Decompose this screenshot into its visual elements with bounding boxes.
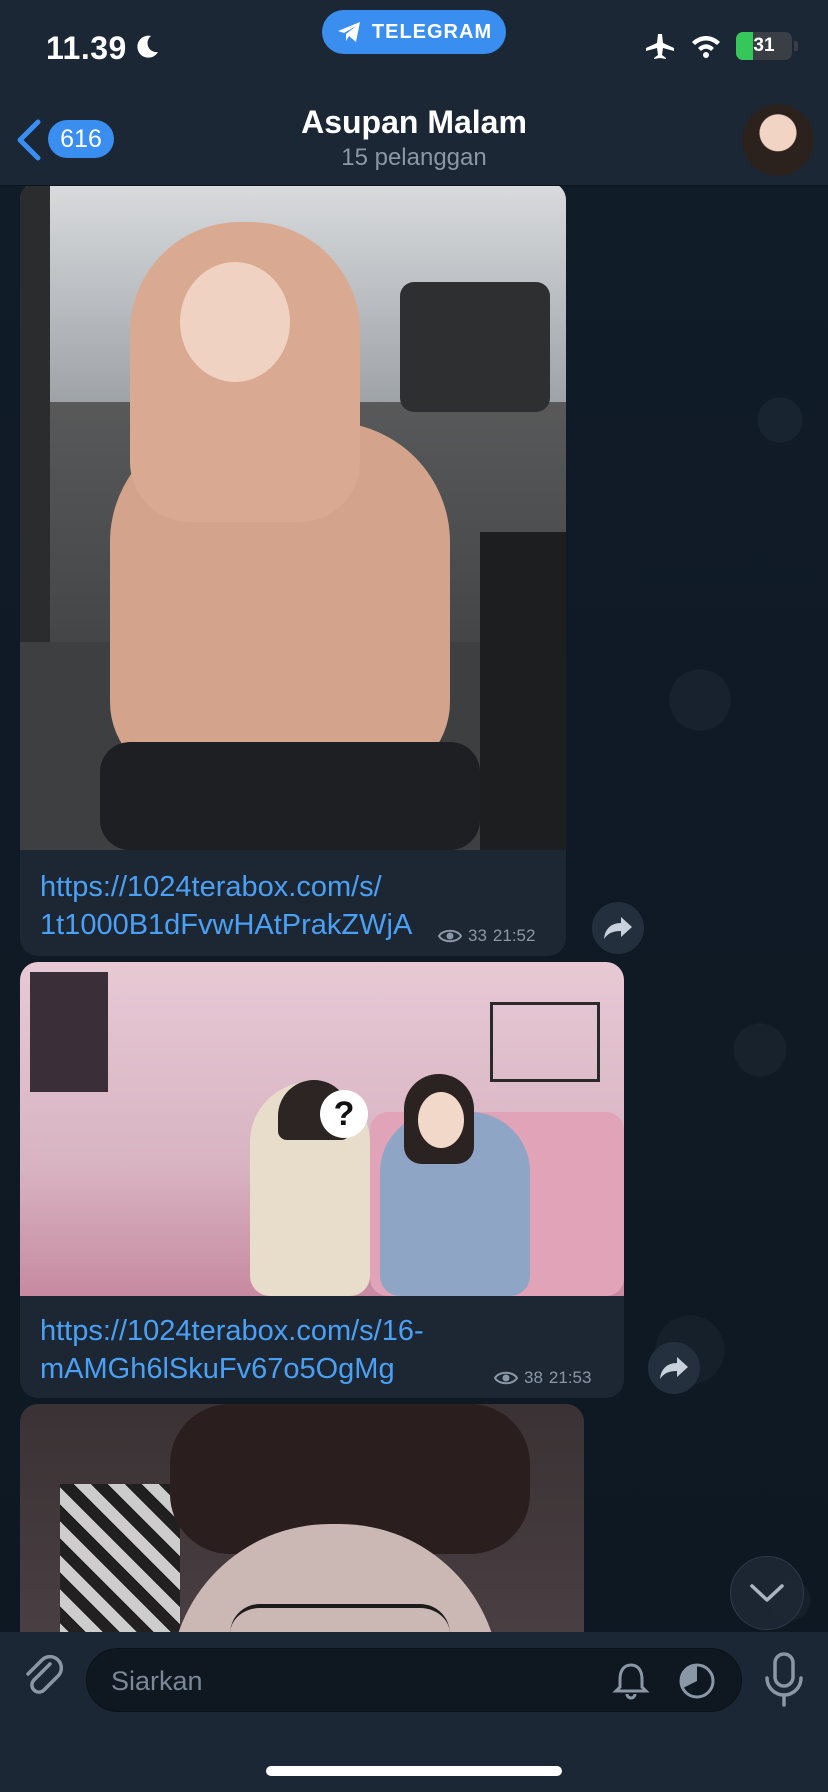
wifi-icon — [692, 36, 720, 58]
timer-icon[interactable] — [677, 1661, 717, 1701]
telegram-pill-label: TELEGRAM — [371, 20, 493, 43]
message-views-1: 33 — [468, 926, 487, 945]
broadcast-input-placeholder: Siarkan — [111, 1666, 203, 1696]
message-link-1-line1[interactable]: https://1024terabox.com/s/ — [40, 868, 412, 906]
message-meta-1: 33 21:52 — [438, 926, 535, 946]
airplane-icon — [646, 34, 674, 59]
photo-treadmill — [400, 282, 550, 412]
message-link-2-line1[interactable]: https://1024terabox.com/s/16- — [40, 1312, 424, 1350]
bell-icon[interactable] — [611, 1661, 651, 1701]
share-arrow-icon — [660, 1357, 688, 1379]
photo-post — [480, 532, 566, 850]
message-bubble-2[interactable]: ? https://1024terabox.com/s/16- mAMGh6lS… — [20, 962, 624, 1398]
views-eye-icon — [494, 1371, 518, 1385]
battery-icon: 31 — [736, 32, 792, 60]
share-arrow-icon — [604, 917, 632, 939]
moon-icon — [137, 35, 158, 58]
battery-level: 31 — [753, 35, 775, 56]
message-photo-1[interactable] — [20, 182, 566, 850]
photo-wall-grid — [490, 1002, 600, 1082]
channel-subtitle: 15 pelanggan — [341, 144, 487, 171]
share-button-1[interactable] — [592, 902, 644, 954]
message-photo-3[interactable] — [20, 1404, 584, 1632]
photo-checker-pattern — [60, 1484, 180, 1632]
paperclip-icon[interactable] — [20, 1654, 68, 1702]
question-mark-icon: ? — [320, 1090, 368, 1138]
message-time-1: 21:52 — [492, 926, 536, 945]
battery-cap — [794, 41, 798, 51]
status-icons: 31 — [644, 32, 798, 60]
share-button-2[interactable] — [648, 1342, 700, 1394]
photo-person-2-face — [418, 1092, 464, 1148]
home-indicator[interactable] — [266, 1766, 562, 1776]
message-bubble-1[interactable]: https://1024terabox.com/s/ 1t1000B1dFvwH… — [20, 182, 566, 956]
telegram-plane-icon — [337, 22, 360, 42]
photo-poster — [30, 972, 108, 1092]
telegram-app-pill[interactable]: TELEGRAM — [322, 10, 506, 54]
message-link-2-line2[interactable]: mAMGh6lSkuFv67o5OgMg — [40, 1350, 424, 1388]
broadcast-input[interactable]: Siarkan — [86, 1648, 742, 1712]
microphone-icon[interactable] — [762, 1652, 806, 1708]
message-views-2: 38 — [524, 1368, 543, 1387]
channel-avatar[interactable] — [742, 104, 814, 176]
battery-fill — [736, 32, 754, 60]
input-bar: Siarkan — [0, 1632, 828, 1792]
channel-title[interactable]: Asupan Malam — [0, 104, 828, 141]
message-meta-2: 38 21:53 — [494, 1368, 591, 1388]
message-bubble-3[interactable] — [20, 1404, 584, 1632]
status-bar: 11.39 TELEGRAM 31 — [0, 0, 828, 90]
photo-chair — [100, 742, 480, 850]
views-eye-icon — [438, 929, 462, 943]
message-link-1[interactable]: https://1024terabox.com/s/ 1t1000B1dFvwH… — [40, 868, 412, 944]
chevron-down-icon — [750, 1584, 784, 1602]
message-time-2: 21:53 — [548, 1368, 592, 1387]
message-link-1-line2[interactable]: 1t1000B1dFvwHAtPrakZWjA — [40, 906, 412, 944]
photo-figure-face — [180, 262, 290, 382]
chat-header: 616 Asupan Malam 15 pelanggan — [0, 90, 828, 186]
message-photo-2[interactable]: ? — [20, 962, 624, 1296]
scroll-down-button[interactable] — [730, 1556, 804, 1630]
status-time: 11.39 — [46, 30, 127, 66]
message-link-2[interactable]: https://1024terabox.com/s/16- mAMGh6lSku… — [40, 1312, 424, 1388]
photo-glasses — [230, 1604, 450, 1632]
